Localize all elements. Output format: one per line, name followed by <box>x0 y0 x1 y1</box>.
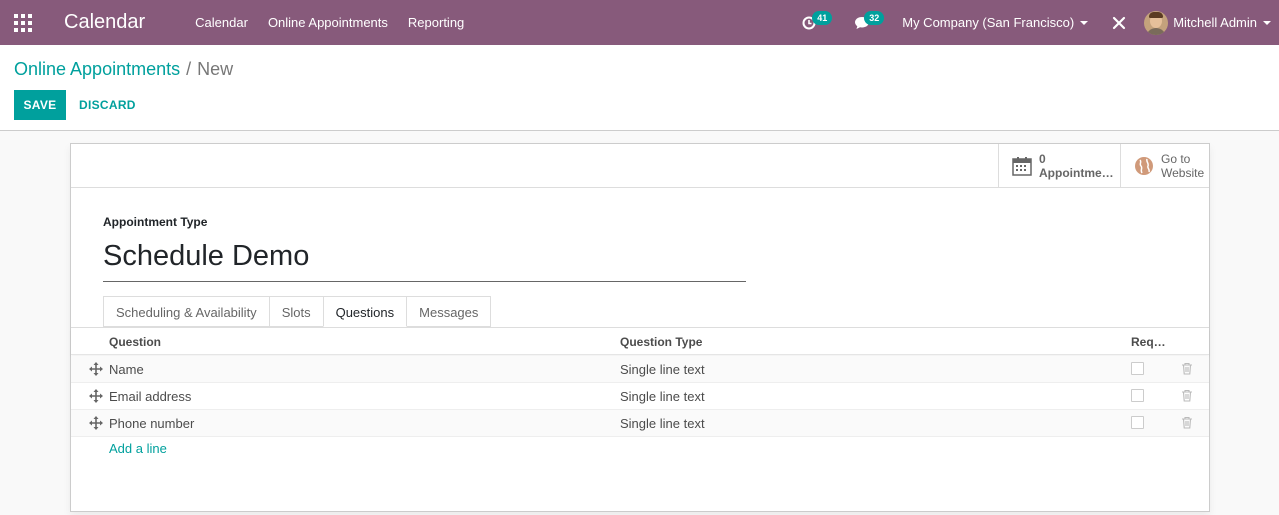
breadcrumb-separator: / <box>186 59 192 79</box>
question-cell[interactable]: Name <box>109 362 144 377</box>
question-type-cell[interactable]: Single line text <box>620 389 705 404</box>
form-sheet: 0 Appointme… Go to Website Appointment T… <box>70 143 1210 512</box>
save-button[interactable]: SAVE <box>14 90 66 120</box>
tab-slots[interactable]: Slots <box>268 296 324 327</box>
required-checkbox[interactable] <box>1131 416 1144 429</box>
website-label-line2: Website <box>1161 166 1205 180</box>
drag-handle-icon[interactable] <box>89 389 103 403</box>
website-label-line1: Go to <box>1161 152 1191 166</box>
notebook-tabs: Scheduling & Availability Slots Question… <box>103 296 492 327</box>
user-menu[interactable]: Mitchell Admin <box>1138 10 1279 35</box>
menu-item-online-appointments[interactable]: Online Appointments <box>258 0 398 45</box>
table-row[interactable]: Name Single line text <box>71 356 1209 383</box>
messages-button[interactable]: 32 <box>842 0 885 45</box>
column-header-question[interactable]: Question <box>109 335 161 349</box>
tab-scheduling-availability[interactable]: Scheduling & Availability <box>103 296 270 327</box>
drag-handle-icon[interactable] <box>89 362 103 376</box>
bug-icon <box>1113 16 1126 29</box>
tab-questions[interactable]: Questions <box>322 296 408 327</box>
question-type-cell[interactable]: Single line text <box>620 362 705 377</box>
question-cell[interactable]: Phone number <box>109 416 194 431</box>
messages-badge: 32 <box>864 11 885 25</box>
appointments-smart-button[interactable]: 0 Appointme… <box>998 144 1121 188</box>
menu-item-reporting[interactable]: Reporting <box>398 0 474 45</box>
discard-button[interactable]: DISCARD <box>70 90 145 120</box>
main-menu: Calendar Online Appointments Reporting <box>185 0 474 45</box>
appointments-count: 0 <box>1039 152 1046 166</box>
breadcrumb-parent[interactable]: Online Appointments <box>14 59 180 80</box>
trash-icon[interactable] <box>1181 389 1193 402</box>
appointment-type-label: Appointment Type <box>103 215 208 229</box>
navbar-systray: 41 32 My Company (San Francisco) Mitchel… <box>790 0 1279 45</box>
menu-item-calendar[interactable]: Calendar <box>185 0 258 45</box>
user-name: Mitchell Admin <box>1173 15 1257 30</box>
app-title[interactable]: Calendar <box>64 11 145 34</box>
column-header-required[interactable]: Req… <box>1131 335 1166 349</box>
trash-icon[interactable] <box>1181 362 1193 375</box>
table-row[interactable]: Email address Single line text <box>71 383 1209 410</box>
questions-table: Question Question Type Req… Name Single … <box>71 328 1209 437</box>
avatar <box>1144 10 1169 35</box>
company-switcher[interactable]: My Company (San Francisco) <box>894 15 1100 30</box>
question-cell[interactable]: Email address <box>109 389 191 404</box>
apps-grid-icon[interactable] <box>0 0 46 45</box>
tab-messages[interactable]: Messages <box>406 296 492 327</box>
debug-button[interactable] <box>1100 0 1138 45</box>
drag-handle-icon[interactable] <box>89 416 103 430</box>
control-panel: Online Appointments / New SAVE DISCARD <box>0 45 1279 131</box>
required-checkbox[interactable] <box>1131 362 1144 375</box>
globe-icon <box>1133 155 1155 177</box>
smart-button-box: 0 Appointme… Go to Website <box>71 144 1209 188</box>
table-header: Question Question Type Req… <box>71 328 1209 355</box>
appointments-label: Appointme… <box>1039 166 1114 180</box>
breadcrumb-current: New <box>197 59 234 79</box>
appointment-name-input[interactable] <box>103 232 746 282</box>
required-checkbox[interactable] <box>1131 389 1144 402</box>
go-to-website-smart-button[interactable]: Go to Website <box>1120 144 1209 188</box>
add-a-line-link[interactable]: Add a line <box>109 441 167 456</box>
activity-badge: 41 <box>812 11 833 25</box>
question-type-cell[interactable]: Single line text <box>620 416 705 431</box>
column-header-question-type[interactable]: Question Type <box>620 335 702 349</box>
company-name: My Company (San Francisco) <box>902 15 1075 30</box>
chevron-down-icon <box>1080 20 1089 25</box>
calendar-icon <box>1011 155 1033 177</box>
breadcrumb: Online Appointments / New <box>14 59 233 80</box>
table-row[interactable]: Phone number Single line text <box>71 410 1209 437</box>
chevron-down-icon <box>1263 20 1271 25</box>
activity-button[interactable]: 41 <box>790 0 833 45</box>
top-navbar: Calendar Calendar Online Appointments Re… <box>0 0 1279 45</box>
trash-icon[interactable] <box>1181 416 1193 429</box>
